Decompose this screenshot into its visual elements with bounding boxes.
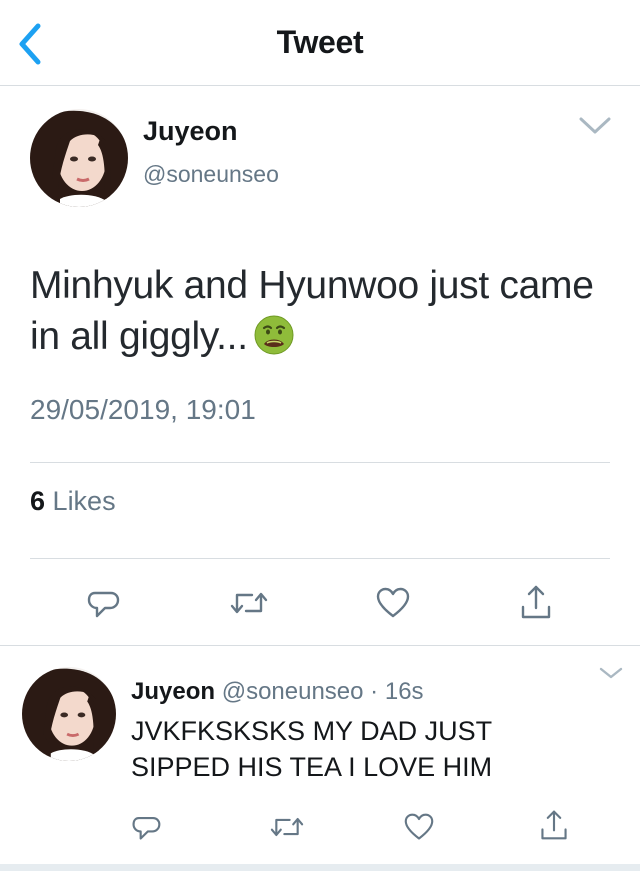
more-options-button[interactable]	[598, 665, 624, 681]
tweet-body: Minhyuk and Hyunwoo just came in all gig…	[30, 264, 594, 358]
more-options-button[interactable]	[578, 115, 612, 137]
share-button[interactable]	[538, 808, 570, 842]
tweet-timestamp: 29/05/2019, 19:01	[30, 394, 256, 425]
tweet-age: 16s	[384, 678, 424, 705]
tweet-text: JVKFKSKSKS MY DAD JUST SIPPED HIS TEA I …	[131, 716, 493, 782]
author-name[interactable]: Juyeon	[143, 116, 238, 147]
author-handle[interactable]: @soneunseo	[222, 678, 364, 705]
avatar[interactable]	[30, 109, 128, 207]
share-button[interactable]	[518, 583, 554, 621]
reply-tweet[interactable]: Juyeon @soneunseo · 16s JVKFKSKSKS MY DA…	[0, 647, 640, 871]
likes-label: Likes	[52, 486, 116, 516]
heart-icon	[404, 813, 434, 840]
retweet-icon	[270, 817, 304, 837]
reply-icon	[132, 817, 161, 840]
reply-button[interactable]	[130, 811, 162, 843]
share-icon	[521, 585, 551, 619]
divider	[0, 864, 640, 871]
avatar[interactable]	[22, 667, 116, 761]
reply-button[interactable]	[85, 585, 121, 621]
chevron-down-icon	[579, 117, 611, 134]
nauseated-face-icon	[254, 315, 294, 355]
divider	[30, 462, 610, 463]
like-button[interactable]	[375, 586, 411, 620]
meta-separator: ·	[370, 678, 379, 705]
retweet-icon	[230, 592, 268, 614]
divider	[30, 558, 610, 559]
reply-header: Juyeon @soneunseo · 16s	[131, 678, 424, 706]
top-bar: Tweet	[0, 0, 640, 86]
page-title: Tweet	[276, 24, 364, 60]
tweet-text: Minhyuk and Hyunwoo just came in all gig…	[30, 260, 610, 362]
share-icon	[541, 810, 567, 840]
author-name[interactable]: Juyeon	[131, 678, 215, 705]
main-tweet: Juyeon @soneunseo Minhyuk and Hyunwoo ju…	[0, 87, 640, 646]
likes-count[interactable]: 6 Likes	[30, 486, 116, 517]
heart-icon	[376, 587, 410, 618]
retweet-button[interactable]	[228, 585, 270, 621]
reply-icon	[87, 591, 120, 618]
likes-number: 6	[30, 486, 46, 516]
chevron-down-icon	[599, 667, 623, 679]
author-handle[interactable]: @soneunseo	[143, 161, 279, 188]
retweet-button[interactable]	[268, 811, 306, 843]
like-button[interactable]	[403, 812, 435, 842]
